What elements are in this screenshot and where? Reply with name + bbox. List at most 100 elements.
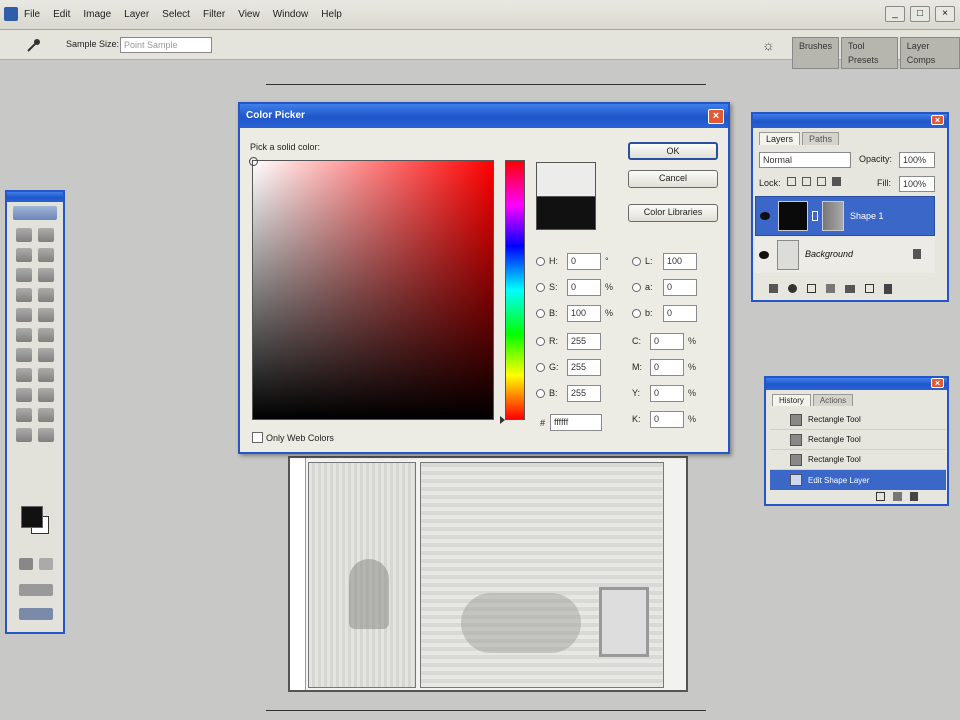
only-web-colors-checkbox[interactable]: [252, 432, 263, 443]
lab-radio[interactable]: [632, 256, 641, 266]
close-button[interactable]: ×: [935, 6, 955, 22]
menu-image[interactable]: Image: [83, 9, 111, 23]
foreground-color-swatch[interactable]: [21, 506, 43, 528]
new-group-icon[interactable]: [845, 285, 855, 293]
new-snapshot-icon[interactable]: [893, 492, 902, 501]
hand-tool-icon[interactable]: [16, 428, 32, 442]
crop-tool-icon[interactable]: [16, 268, 32, 282]
ok-button[interactable]: OK: [628, 142, 718, 160]
screen-mode-icon[interactable]: [19, 584, 53, 596]
menu-help[interactable]: Help: [321, 9, 342, 23]
color-field[interactable]: [249, 157, 494, 420]
lab-input[interactable]: 100: [663, 252, 697, 270]
minimize-button[interactable]: _: [885, 6, 905, 22]
hue-slider-arrow[interactable]: [500, 416, 505, 424]
history-item[interactable]: Rectangle Tool: [770, 450, 946, 470]
link-layers-icon[interactable]: [769, 284, 778, 293]
blend-mode-select[interactable]: Normal: [759, 152, 851, 168]
layer-row[interactable]: Background: [755, 237, 935, 273]
maximize-button[interactable]: □: [910, 6, 930, 22]
tab-actions[interactable]: Actions: [812, 394, 854, 406]
blur-tool-icon[interactable]: [16, 348, 32, 362]
hue-slider[interactable]: [505, 160, 525, 420]
toolbox-titlebar[interactable]: [7, 192, 63, 202]
cmyk-input[interactable]: 0: [650, 410, 684, 428]
layer-row[interactable]: Shape 1: [755, 196, 935, 236]
panel-well-tab-tool-presets[interactable]: Tool Presets: [841, 37, 898, 69]
rgb-input[interactable]: 255: [567, 384, 601, 402]
eye-icon[interactable]: [760, 212, 770, 220]
tab-paths[interactable]: Paths: [802, 132, 840, 145]
dialog-close-button[interactable]: ×: [708, 109, 724, 124]
path-selection-icon[interactable]: [16, 368, 32, 382]
menu-file[interactable]: File: [24, 9, 40, 23]
dodge-tool-icon[interactable]: [38, 348, 54, 362]
healing-brush-icon[interactable]: [16, 288, 32, 302]
eyedropper-icon[interactable]: [38, 408, 54, 422]
lab-input[interactable]: 0: [663, 304, 697, 322]
hsb-radio[interactable]: [536, 308, 545, 318]
type-tool-icon[interactable]: [38, 368, 54, 382]
hsb-input[interactable]: 0: [567, 252, 601, 270]
fill-input[interactable]: 100%: [899, 176, 935, 192]
add-mask-icon[interactable]: [807, 284, 816, 293]
zoom-tool-icon[interactable]: [38, 428, 54, 442]
layer-style-icon[interactable]: [788, 284, 797, 293]
lock-icons[interactable]: [787, 177, 847, 189]
history-item[interactable]: Edit Shape Layer: [770, 470, 946, 490]
menu-layer[interactable]: Layer: [124, 9, 149, 23]
color-field-cursor[interactable]: [249, 157, 258, 166]
color-libraries-button[interactable]: Color Libraries: [628, 204, 718, 222]
rgb-radio[interactable]: [536, 362, 545, 372]
shape-tool-icon[interactable]: [38, 388, 54, 402]
jump-to-imageready-icon[interactable]: [19, 608, 53, 620]
new-document-icon[interactable]: [876, 492, 885, 501]
rgb-input[interactable]: 255: [567, 332, 601, 350]
layers-panel-titlebar[interactable]: ×: [753, 114, 947, 128]
cmyk-input[interactable]: 0: [650, 358, 684, 376]
rgb-radio[interactable]: [536, 336, 545, 346]
rgb-radio[interactable]: [536, 388, 545, 398]
trash-icon[interactable]: [884, 284, 892, 294]
tab-history[interactable]: History: [772, 394, 811, 406]
adjustment-layer-icon[interactable]: [826, 284, 835, 293]
cmyk-input[interactable]: 0: [650, 384, 684, 402]
cancel-button[interactable]: Cancel: [628, 170, 718, 188]
history-item[interactable]: Rectangle Tool: [770, 410, 946, 430]
move-tool-icon[interactable]: [38, 228, 54, 242]
quick-mask-mode-icon[interactable]: [39, 558, 53, 570]
hsb-input[interactable]: 0: [567, 278, 601, 296]
new-layer-icon[interactable]: [865, 284, 874, 293]
marquee-tool-icon[interactable]: [16, 228, 32, 242]
clone-stamp-icon[interactable]: [16, 308, 32, 322]
hsb-radio[interactable]: [536, 282, 545, 292]
lasso-tool-icon[interactable]: [16, 248, 32, 262]
history-item[interactable]: Rectangle Tool: [770, 430, 946, 450]
hsb-radio[interactable]: [536, 256, 545, 266]
pen-tool-icon[interactable]: [16, 388, 32, 402]
lab-input[interactable]: 0: [663, 278, 697, 296]
menu-select[interactable]: Select: [162, 9, 190, 23]
panel-well-tab-brushes[interactable]: Brushes: [792, 37, 840, 69]
eye-icon[interactable]: [759, 251, 769, 259]
panel-well-tab-layer-comps[interactable]: Layer Comps: [899, 37, 960, 69]
lab-radio[interactable]: [632, 308, 641, 318]
lab-radio[interactable]: [632, 282, 641, 292]
sample-size-select[interactable]: Point Sample: [120, 37, 212, 53]
eraser-icon[interactable]: [16, 328, 32, 342]
tab-layers[interactable]: Layers: [759, 132, 801, 145]
dialog-titlebar[interactable]: Color Picker ×: [240, 104, 728, 128]
notes-tool-icon[interactable]: [16, 408, 32, 422]
menu-view[interactable]: View: [238, 9, 260, 23]
history-panel-titlebar[interactable]: ×: [766, 378, 947, 390]
hsb-input[interactable]: 100: [567, 304, 601, 322]
magic-wand-icon[interactable]: [38, 248, 54, 262]
rgb-input[interactable]: 255: [567, 358, 601, 376]
trash-icon[interactable]: [910, 492, 918, 501]
eyedropper-icon[interactable]: [26, 37, 42, 53]
gradient-tool-icon[interactable]: [38, 328, 54, 342]
menu-window[interactable]: Window: [273, 9, 309, 23]
cmyk-input[interactable]: 0: [650, 332, 684, 350]
brush-tool-icon[interactable]: [38, 288, 54, 302]
photoshop-feather-icon[interactable]: [13, 206, 57, 220]
